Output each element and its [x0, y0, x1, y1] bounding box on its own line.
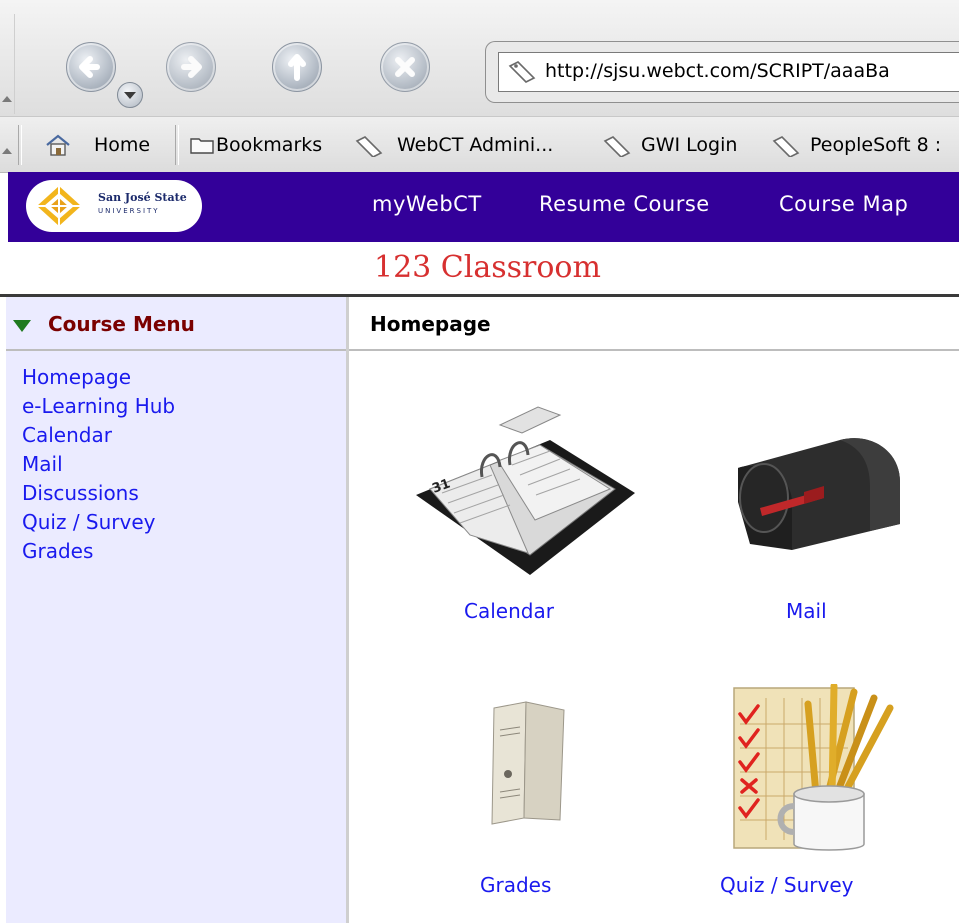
sidebar-item-grades[interactable]: Grades [22, 537, 93, 566]
expand-triangle-icon[interactable] [13, 320, 31, 332]
logo-name: San José State [98, 191, 187, 204]
sidebar-item-calendar[interactable]: Calendar [22, 421, 112, 450]
course-menu-heading: Course Menu [48, 312, 195, 336]
address-bar-url: http://sjsu.webct.com/SCRIPT/aaaBa [545, 60, 890, 82]
reload-icon [288, 54, 306, 81]
bookmarks-menu[interactable]: Bookmarks [189, 127, 341, 163]
toolbar-divider [175, 125, 179, 165]
bookmark-peoplesoft[interactable]: PeopleSoft 8 : [772, 127, 959, 163]
logo-subtitle: UNIVERSITY [98, 207, 160, 215]
bookmark-tag-icon [772, 136, 800, 157]
bookmark-webct-admin-label: WebCT Admini... [397, 134, 554, 156]
back-arrow-icon [79, 56, 100, 78]
bookmark-peoplesoft-label: PeopleSoft 8 : [810, 134, 942, 156]
chevron-down-icon [124, 92, 136, 99]
course-title: 123 Classroom [374, 250, 601, 285]
report-card-icon[interactable] [486, 700, 566, 826]
toolbar-collapse-icon[interactable] [2, 96, 12, 102]
quiz-survey-tool-label[interactable]: Quiz / Survey [720, 873, 854, 897]
sjsu-seal-icon [37, 186, 81, 226]
bookmarks-menu-label: Bookmarks [216, 134, 323, 156]
sidebar-item-quiz-survey[interactable]: Quiz / Survey [22, 508, 156, 537]
stop-button[interactable] [380, 42, 430, 92]
home-icon [46, 134, 70, 156]
homepage-header: Homepage [349, 297, 959, 351]
course-map-link[interactable]: Course Map [779, 192, 908, 216]
bookmark-gwi-login[interactable]: GWI Login [603, 127, 753, 163]
mywebct-link[interactable]: myWebCT [372, 192, 482, 216]
page-tag-icon [508, 61, 536, 83]
page-title: Homepage [370, 312, 491, 336]
back-button[interactable] [66, 42, 116, 92]
calendar-tool-label[interactable]: Calendar [464, 599, 554, 623]
desk-calendar-icon[interactable]: 31 31 [410, 385, 640, 580]
university-logo[interactable]: San José State UNIVERSITY [26, 180, 202, 232]
mail-tool-label[interactable]: Mail [786, 599, 827, 623]
bookmarks-collapse-icon[interactable] [2, 148, 12, 154]
resume-course-link[interactable]: Resume Course [539, 192, 710, 216]
bookmark-tag-icon [355, 136, 383, 157]
sidebar-item-elearning-hub[interactable]: e-Learning Hub [22, 392, 175, 421]
forward-arrow-icon [181, 56, 202, 78]
bookmark-gwi-login-label: GWI Login [641, 134, 738, 156]
sidebar-item-mail[interactable]: Mail [22, 450, 63, 479]
forward-button[interactable] [166, 42, 216, 92]
back-history-dropdown[interactable] [117, 82, 143, 108]
grades-tool-label[interactable]: Grades [480, 873, 551, 897]
bookmark-home-label: Home [94, 134, 151, 156]
bookmark-webct-admin[interactable]: WebCT Admini... [355, 127, 575, 163]
toolbar-divider [18, 125, 22, 165]
sidebar-item-discussions[interactable]: Discussions [22, 479, 139, 508]
mailbox-icon[interactable] [720, 432, 910, 554]
folder-icon [190, 138, 214, 154]
reload-button[interactable] [272, 42, 322, 92]
bookmark-tag-icon [603, 136, 631, 157]
course-menu-header[interactable]: Course Menu [6, 297, 346, 351]
stop-x-icon [395, 57, 415, 77]
bookmark-home[interactable]: Home [44, 127, 160, 163]
checklist-pencils-icon[interactable] [724, 684, 924, 854]
sidebar-item-homepage[interactable]: Homepage [22, 363, 131, 392]
